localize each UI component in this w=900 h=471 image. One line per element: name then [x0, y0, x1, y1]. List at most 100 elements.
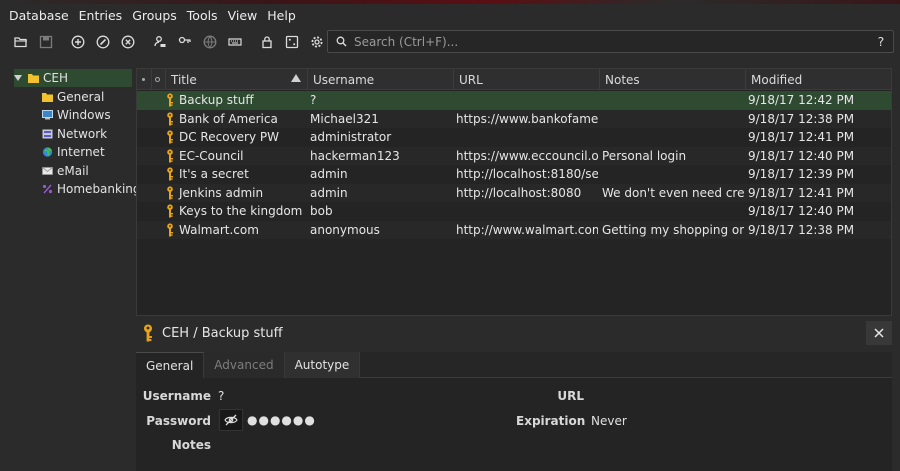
cell-username[interactable]: Michael321	[310, 110, 452, 129]
network-icon	[42, 129, 53, 139]
edit-entry-icon[interactable]	[90, 30, 115, 54]
menu-groups[interactable]: Groups	[127, 8, 182, 23]
cell-modified[interactable]: 9/18/17 12:41 PM	[748, 128, 890, 147]
tree-item-windows[interactable]: Windows	[42, 106, 111, 124]
tab-autotype[interactable]: Autotype	[284, 352, 361, 378]
cell-title[interactable]: Bank of America	[166, 110, 306, 129]
column-header-notes[interactable]: Notes	[600, 69, 746, 90]
copy-password-icon[interactable]	[172, 30, 197, 54]
cell-notes[interactable]	[602, 202, 744, 221]
cell-notes[interactable]	[602, 110, 744, 129]
cell-title[interactable]: Keys to the kingdom	[166, 202, 306, 221]
lock-icon[interactable]	[254, 30, 279, 54]
table-row[interactable]: It's a secret admin http://localhost:8180/…	[137, 165, 891, 184]
menu-database[interactable]: Database	[4, 8, 74, 23]
tree-item-label: General	[57, 90, 105, 104]
table-row[interactable]: DC Recovery PW administrator 9/18/17 12:41…	[137, 128, 891, 147]
settings-icon[interactable]	[304, 30, 329, 54]
key-icon	[144, 324, 152, 342]
cell-notes[interactable]: Getting my shopping on	[602, 221, 744, 240]
table-row[interactable]: Backup stuff? 9/18/17 12:42 PM	[137, 91, 891, 110]
cell-title[interactable]: Jenkins admin	[166, 184, 306, 203]
toggle-password-visibility-button[interactable]	[219, 409, 243, 431]
password-value[interactable]: ●●●●●●	[247, 413, 316, 427]
cell-modified[interactable]: 9/18/17 12:40 PM	[748, 147, 890, 166]
tree-item-email[interactable]: eMail	[42, 162, 89, 180]
cell-url[interactable]: https://www.bankofameri...	[456, 110, 598, 129]
save-database-icon[interactable]	[33, 30, 58, 54]
close-preview-button[interactable]	[866, 321, 892, 345]
cell-title[interactable]: DC Recovery PW	[166, 128, 306, 147]
cell-title[interactable]: EC-Council	[166, 147, 306, 166]
dot-icon	[142, 78, 145, 81]
cell-url[interactable]: http://localhost:8180/secr...	[456, 165, 598, 184]
table-row[interactable]: EC-Council hackerman123 https://www.eccoun…	[137, 146, 891, 166]
table-row[interactable]: Walmart.com anonymous http://www.walmart.c…	[137, 220, 891, 240]
tab-general[interactable]: General	[136, 352, 205, 378]
column-header-title[interactable]: Title	[166, 69, 308, 90]
key-icon	[167, 167, 173, 181]
column-header-username[interactable]: Username	[308, 69, 454, 90]
cell-username[interactable]: admin	[310, 165, 452, 184]
menu-entries[interactable]: Entries	[74, 8, 128, 23]
cell-username[interactable]: ?	[310, 91, 452, 110]
cell-username[interactable]: admin	[310, 184, 452, 203]
cell-modified[interactable]: 9/18/17 12:42 PM	[748, 91, 890, 110]
copy-username-icon[interactable]	[147, 30, 172, 54]
menu-help[interactable]: Help	[262, 8, 301, 23]
cell-title[interactable]: Backup stuff	[166, 91, 306, 110]
table-row[interactable]: Bank of America Michael321 https://www.ban…	[137, 109, 891, 129]
copy-url-icon[interactable]	[197, 30, 222, 54]
username-label: Username	[142, 389, 211, 403]
cell-url[interactable]: http://www.walmart.com	[456, 221, 598, 240]
cell-url[interactable]	[456, 202, 598, 221]
tab-advanced[interactable]: Advanced	[204, 352, 285, 378]
menu-tools[interactable]: Tools	[182, 8, 223, 23]
new-entry-icon[interactable]	[65, 30, 90, 54]
autotype-icon[interactable]	[222, 30, 247, 54]
cell-username[interactable]: bob	[310, 202, 452, 221]
delete-entry-icon[interactable]	[115, 30, 140, 54]
search-input[interactable]	[350, 31, 869, 52]
cell-modified[interactable]: 9/18/17 12:38 PM	[748, 221, 890, 240]
search-help-button[interactable]: ?	[869, 34, 893, 49]
cell-notes[interactable]	[602, 165, 744, 184]
folder-icon	[28, 74, 39, 83]
tree-item-general[interactable]: General	[42, 88, 104, 106]
cell-username[interactable]: administrator	[310, 128, 452, 147]
cell-modified[interactable]: 9/18/17 12:39 PM	[748, 165, 890, 184]
table-row[interactable]: Jenkins admin admin http://localhost:8080 W…	[137, 183, 891, 203]
tree-item-internet[interactable]: Internet	[42, 143, 105, 161]
tree-item-root[interactable]: CEH	[14, 69, 132, 87]
cell-modified[interactable]: 9/18/17 12:40 PM	[748, 202, 890, 221]
cell-url[interactable]	[456, 128, 598, 147]
chevron-down-icon[interactable]	[14, 75, 22, 81]
tree-item-homebanking[interactable]: Homebanking	[42, 180, 141, 198]
envelope-icon	[42, 167, 53, 175]
cell-modified[interactable]: 9/18/17 12:41 PM	[748, 184, 890, 203]
cell-notes[interactable]	[602, 128, 744, 147]
tree-item-network[interactable]: Network	[42, 125, 107, 143]
cell-url[interactable]	[456, 91, 598, 110]
cell-url[interactable]: http://localhost:8080	[456, 184, 598, 203]
password-generator-icon[interactable]	[279, 30, 304, 54]
cell-notes[interactable]: We don't even need creds...	[602, 184, 744, 203]
column-header-label: Modified	[751, 72, 803, 87]
cell-url[interactable]: https://www.eccouncil.or...	[456, 147, 598, 166]
table-row[interactable]: Keys to the kingdom bob 9/18/17 12:40 PM	[137, 202, 891, 221]
cell-username[interactable]: anonymous	[310, 221, 452, 240]
entry-preview-tabs: General Advanced Autotype	[136, 352, 892, 378]
username-value[interactable]: ?	[218, 389, 224, 403]
menu-view[interactable]: View	[223, 8, 263, 23]
cell-title[interactable]: It's a secret	[166, 165, 306, 184]
cell-username[interactable]: hackerman123	[310, 147, 452, 166]
column-header-modified[interactable]: Modified	[746, 69, 891, 90]
cell-notes[interactable]: Personal login	[602, 147, 744, 166]
cell-title[interactable]: Walmart.com	[166, 221, 306, 240]
column-header-totp[interactable]	[137, 69, 152, 90]
cell-modified[interactable]: 9/18/17 12:38 PM	[748, 110, 890, 129]
open-database-icon[interactable]	[8, 30, 33, 54]
cell-notes[interactable]	[602, 91, 744, 110]
column-header-attachment[interactable]	[152, 69, 166, 90]
column-header-url[interactable]: URL	[454, 69, 600, 90]
